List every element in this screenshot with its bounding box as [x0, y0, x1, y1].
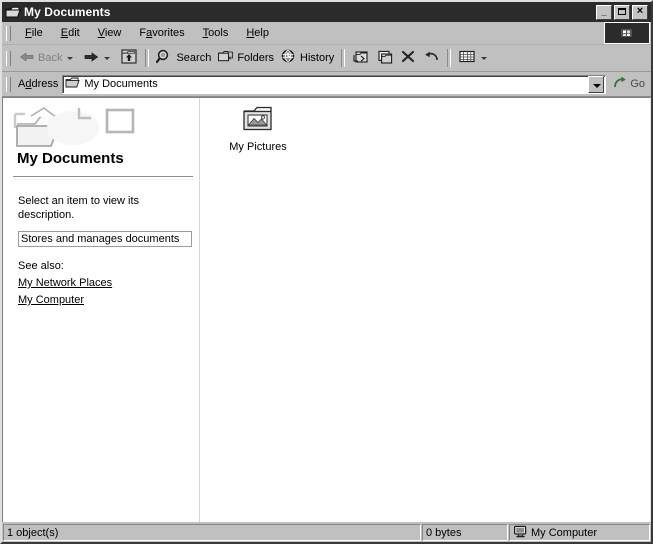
folder-open-icon[interactable]: [5, 5, 21, 19]
menu-bar: File Edit View Favorites Tools Help: [2, 22, 651, 45]
menu-item-edit[interactable]: Edit: [52, 25, 89, 41]
status-zone-label: My Computer: [531, 526, 598, 539]
back-label: Back: [38, 52, 63, 64]
copy-to-folder-icon: [376, 49, 394, 68]
status-bar: 1 object(s) 0 bytes My Computer: [2, 522, 651, 542]
close-icon: ×: [636, 4, 644, 17]
windows-logo-icon[interactable]: [604, 22, 650, 44]
status-size: 0 bytes: [422, 524, 508, 541]
magnifier-icon: [156, 49, 173, 67]
views-grid-icon: [458, 49, 476, 67]
forward-button[interactable]: [80, 47, 117, 69]
up-button[interactable]: [117, 47, 141, 69]
history-label: History: [300, 52, 335, 64]
back-button[interactable]: Back: [16, 47, 80, 69]
history-button[interactable]: History: [277, 47, 337, 69]
search-button[interactable]: Search: [153, 47, 214, 69]
info-panel: My Documents Select an item to view its …: [3, 98, 200, 522]
toolbar-separator-2: [341, 49, 346, 67]
views-dropdown-icon[interactable]: [481, 56, 488, 60]
window-title: My Documents: [24, 5, 111, 19]
folder-up-icon: [120, 48, 138, 68]
client-area: My Documents Select an item to view its …: [2, 97, 651, 522]
explorer-window: My Documents _ × File Edit View Favorite…: [0, 0, 653, 544]
menu-item-help[interactable]: Help: [237, 25, 278, 41]
folder-icon: [217, 49, 234, 67]
go-button[interactable]: Go: [610, 74, 649, 94]
arrow-left-icon: [19, 50, 35, 67]
computer-icon: [513, 525, 528, 540]
title-divider: [13, 176, 193, 180]
undo-button[interactable]: [419, 47, 443, 69]
title-bar[interactable]: My Documents _ ×: [2, 2, 651, 22]
status-object-count: 1 object(s): [3, 524, 421, 541]
menu-drag-handle[interactable]: [6, 25, 11, 41]
folder-open-icon: [65, 76, 80, 92]
move-to-button[interactable]: [349, 47, 373, 69]
folder-info-box: Stores and manages documents: [18, 231, 192, 247]
main-toolbar: Back Search Folders History: [2, 45, 651, 72]
menu-item-favorites[interactable]: Favorites: [130, 25, 193, 41]
link-my-computer[interactable]: My Computer: [18, 294, 84, 306]
folders-button[interactable]: Folders: [214, 47, 277, 69]
undo-arrow-icon: [422, 49, 440, 67]
folders-label: Folders: [237, 52, 275, 64]
go-label: Go: [630, 78, 645, 90]
address-bar: Address My Documents Go: [2, 72, 651, 97]
toolbar-separator-3: [447, 49, 452, 67]
move-to-folder-icon: [352, 49, 370, 68]
status-zone: My Computer: [509, 524, 650, 541]
maximize-icon: [618, 7, 626, 15]
see-also-label: See also:: [18, 260, 64, 272]
delete-button[interactable]: [397, 47, 419, 69]
list-item-label: My Pictures: [229, 141, 287, 153]
file-list-pane[interactable]: My Pictures: [200, 98, 650, 522]
address-input[interactable]: My Documents: [62, 74, 607, 94]
views-button[interactable]: [455, 47, 494, 69]
maximize-button[interactable]: [614, 4, 630, 20]
address-value: My Documents: [84, 78, 158, 90]
pictures-folder-icon: [241, 104, 275, 137]
copy-to-button[interactable]: [373, 47, 397, 69]
back-dropdown-icon[interactable]: [67, 56, 74, 60]
address-label: Address: [18, 78, 59, 90]
menu-item-file[interactable]: File: [16, 25, 52, 41]
toolbar-drag-handle[interactable]: [6, 50, 11, 66]
menu-item-tools[interactable]: Tools: [194, 25, 238, 41]
forward-dropdown-icon[interactable]: [104, 56, 111, 60]
page-title: My Documents: [17, 150, 124, 167]
toolbar-separator: [145, 49, 150, 67]
link-my-network-places[interactable]: My Network Places: [18, 277, 112, 289]
window-controls: _ ×: [596, 4, 648, 20]
globe-clock-icon: [280, 49, 297, 67]
list-item[interactable]: My Pictures: [220, 104, 296, 153]
arrow-right-icon: [83, 50, 99, 67]
delete-x-icon: [400, 49, 416, 67]
search-label: Search: [176, 52, 212, 64]
minimize-button[interactable]: _: [596, 4, 612, 20]
minimize-glyph: _: [601, 6, 607, 17]
chevron-down-icon: [593, 83, 602, 88]
address-dropdown-button[interactable]: [588, 75, 605, 93]
go-arrow-icon: [612, 75, 628, 93]
address-drag-handle[interactable]: [6, 76, 11, 92]
menu-item-view[interactable]: View: [89, 25, 131, 41]
close-button[interactable]: ×: [632, 4, 648, 20]
panel-description: Select an item to view its description.: [18, 195, 140, 221]
folders-watermark: [11, 102, 141, 154]
